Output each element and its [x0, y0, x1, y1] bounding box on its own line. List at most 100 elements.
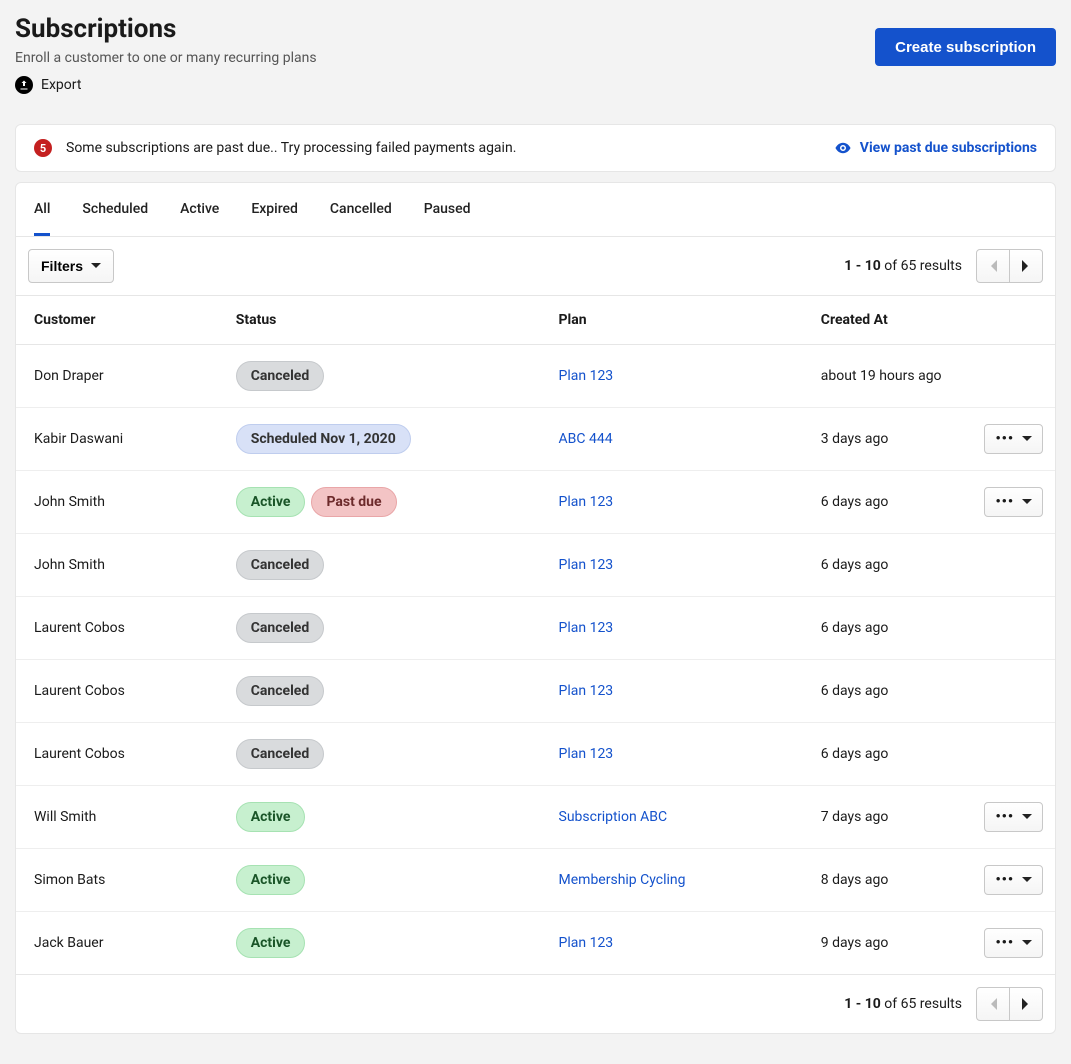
tab-expired[interactable]: Expired	[251, 183, 298, 236]
cell-actions: •••	[964, 471, 1055, 534]
cell-status: ActivePast due	[218, 471, 541, 534]
status-badge-canceled: Canceled	[236, 550, 325, 580]
cell-actions: •••	[964, 849, 1055, 912]
ellipsis-icon: •••	[995, 494, 1014, 510]
ellipsis-icon: •••	[995, 872, 1014, 888]
page-subtitle: Enroll a customer to one or many recurri…	[15, 50, 317, 66]
cell-created: about 19 hours ago	[803, 345, 964, 408]
table-row: John SmithActivePast duePlan 1236 days a…	[16, 471, 1055, 534]
ellipsis-icon: •••	[995, 431, 1014, 447]
cell-actions	[964, 534, 1055, 597]
alert-link-label: View past due subscriptions	[860, 140, 1037, 156]
col-header-status: Status	[218, 296, 541, 345]
chevron-down-icon	[1022, 434, 1032, 444]
tab-cancelled[interactable]: Cancelled	[330, 183, 392, 236]
col-header-plan: Plan	[541, 296, 803, 345]
cell-plan: Plan 123	[541, 345, 803, 408]
table-row: Jack BauerActive Plan 123 9 days ago •••	[16, 912, 1055, 975]
filters-button[interactable]: Filters	[28, 249, 114, 283]
cell-actions	[964, 723, 1055, 786]
row-actions-button[interactable]: •••	[984, 865, 1043, 895]
page-title: Subscriptions	[15, 14, 317, 44]
cell-customer: Don Draper	[16, 345, 218, 408]
results-range-footer: 1 - 10	[844, 996, 881, 1012]
cell-plan: Plan 123	[541, 534, 803, 597]
cell-plan: Membership Cycling	[541, 849, 803, 912]
view-past-due-link[interactable]: View past due subscriptions	[834, 139, 1037, 157]
cell-plan: Plan 123	[541, 471, 803, 534]
cell-status: Active	[218, 849, 541, 912]
tab-scheduled[interactable]: Scheduled	[82, 183, 148, 236]
plan-link[interactable]: Plan 123	[559, 494, 614, 510]
col-header-customer: Customer	[16, 296, 218, 345]
status-badge-canceled: Canceled	[236, 613, 325, 643]
export-label: Export	[41, 77, 81, 93]
create-subscription-button[interactable]: Create subscription	[875, 28, 1056, 66]
cell-status: Canceled	[218, 534, 541, 597]
prev-page-button[interactable]	[976, 249, 1010, 283]
cell-status: Canceled	[218, 660, 541, 723]
chevron-down-icon	[91, 261, 101, 271]
cell-created: 9 days ago	[803, 912, 964, 975]
cell-customer: John Smith	[16, 471, 218, 534]
cell-plan: ABC 444	[541, 408, 803, 471]
cell-status: Canceled	[218, 723, 541, 786]
plan-link[interactable]: Plan 123	[559, 620, 614, 636]
table-row: Don DraperCanceled Plan 123 about 19 hours…	[16, 345, 1055, 408]
results-range: 1 - 10	[844, 258, 881, 274]
plan-link[interactable]: Plan 123	[559, 746, 614, 762]
plan-link[interactable]: Plan 123	[559, 935, 614, 951]
cell-customer: Jack Bauer	[16, 912, 218, 975]
chevron-down-icon	[1022, 812, 1032, 822]
table-row: John SmithCanceledPlan 1236 days ago	[16, 534, 1055, 597]
alert-message: Some subscriptions are past due.. Try pr…	[66, 140, 516, 156]
row-actions-button[interactable]: •••	[984, 928, 1043, 958]
prev-page-button-footer[interactable]	[976, 987, 1010, 1021]
cell-plan: Plan 123	[541, 723, 803, 786]
chevron-down-icon	[1022, 938, 1032, 948]
cell-created: 6 days ago	[803, 534, 964, 597]
plan-link[interactable]: Plan 123	[559, 368, 614, 384]
cell-status: Canceled	[218, 597, 541, 660]
row-actions-button[interactable]: •••	[984, 424, 1043, 454]
col-header-created: Created At	[803, 296, 964, 345]
table-row: Laurent CobosCanceledPlan 1236 days ago	[16, 660, 1055, 723]
cell-status: Scheduled Nov 1, 2020	[218, 408, 541, 471]
cell-customer: Laurent Cobos	[16, 597, 218, 660]
chevron-down-icon	[1022, 875, 1032, 885]
next-page-button-footer[interactable]	[1009, 987, 1043, 1021]
cell-status: Active	[218, 912, 541, 975]
plan-link[interactable]: Subscription ABC	[559, 809, 668, 825]
status-badge-scheduled: Scheduled Nov 1, 2020	[236, 424, 411, 454]
filters-label: Filters	[41, 258, 83, 274]
plan-link[interactable]: ABC 444	[559, 431, 613, 447]
subscriptions-table: Customer Status Plan Created At Don Drap…	[16, 296, 1055, 975]
cell-actions: •••	[964, 912, 1055, 975]
cell-plan: Subscription ABC	[541, 786, 803, 849]
status-badge-pastdue: Past due	[311, 487, 396, 517]
tab-paused[interactable]: Paused	[424, 183, 471, 236]
cell-created: 8 days ago	[803, 849, 964, 912]
plan-link[interactable]: Plan 123	[559, 683, 614, 699]
row-actions-button[interactable]: •••	[984, 802, 1043, 832]
cell-plan: Plan 123	[541, 660, 803, 723]
status-badge-active: Active	[236, 802, 306, 832]
upload-icon	[15, 76, 33, 94]
tab-active[interactable]: Active	[180, 183, 219, 236]
plan-link[interactable]: Plan 123	[559, 557, 614, 573]
next-page-button[interactable]	[1009, 249, 1043, 283]
tab-all[interactable]: All	[34, 183, 50, 236]
cell-status: Canceled	[218, 345, 541, 408]
cell-actions: •••	[964, 786, 1055, 849]
table-row: Laurent CobosCanceledPlan 1236 days ago	[16, 597, 1055, 660]
plan-link[interactable]: Membership Cycling	[559, 872, 686, 888]
row-actions-button[interactable]: •••	[984, 487, 1043, 517]
cell-created: 6 days ago	[803, 660, 964, 723]
cell-actions	[964, 660, 1055, 723]
ellipsis-icon: •••	[995, 935, 1014, 951]
cell-created: 6 days ago	[803, 723, 964, 786]
chevron-down-icon	[1022, 497, 1032, 507]
cell-plan: Plan 123	[541, 912, 803, 975]
export-button[interactable]: Export	[15, 76, 81, 94]
status-badge-active: Active	[236, 865, 306, 895]
